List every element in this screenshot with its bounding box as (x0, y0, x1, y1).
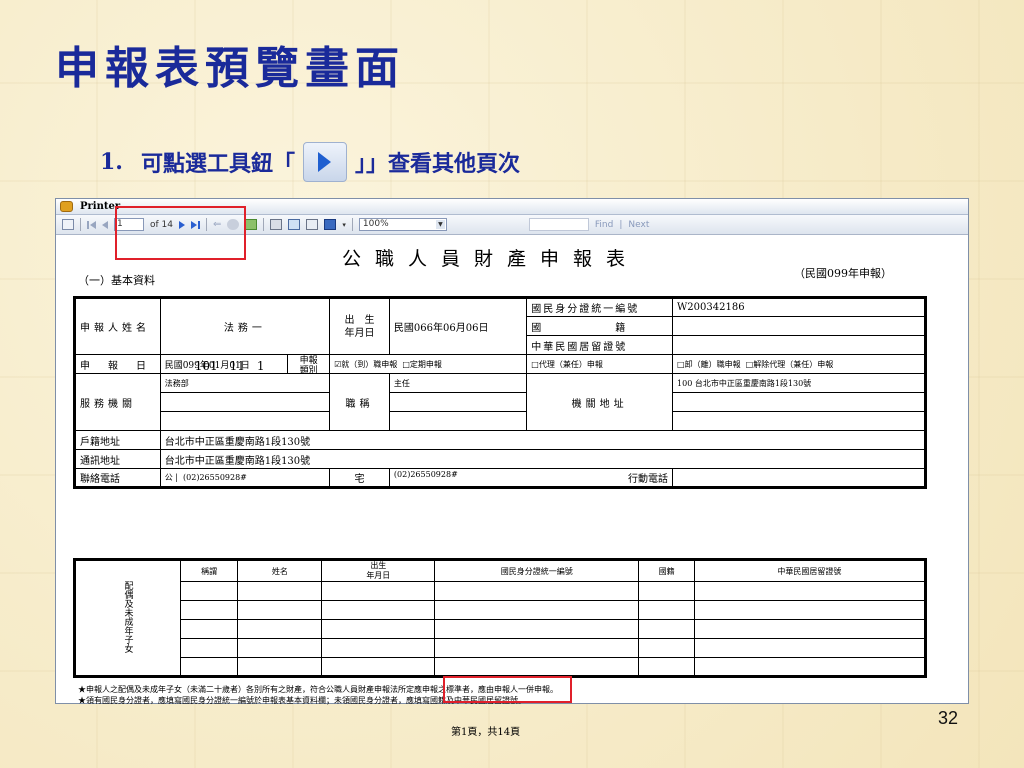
print-layout-icon[interactable] (288, 219, 301, 230)
previous-page-button[interactable] (102, 220, 108, 229)
phone-office: 公 | (02)26550928# (159, 468, 331, 488)
name-value: 法務一 (159, 297, 331, 355)
printer-app-icon (60, 201, 73, 212)
slide-title: 申報表預覽畫面 (55, 43, 405, 94)
page-footer: 第1頁，共14頁 (451, 727, 521, 738)
id-value: W200342186 (672, 297, 926, 317)
phone-office-value: (02)26550928# (183, 473, 247, 482)
toolbar-divider (351, 218, 353, 231)
family-header-relation: 稱謂 (179, 559, 239, 582)
phone-home-label: 宅 (329, 468, 390, 488)
type-options-1: ☑就（到）職申報 □定期申報 (329, 354, 528, 374)
find-next-link[interactable]: Next (628, 220, 649, 230)
family-header-id: 國民身分證統一編號 (434, 559, 640, 582)
org-label: 服務機關 (74, 373, 161, 431)
mobile-label: 行動電話 (628, 474, 669, 485)
first-page-bar-icon (87, 220, 89, 229)
table-row (75, 657, 927, 677)
date-cell: 民國099年01月01日 101 11 1 申報 類別 (159, 354, 331, 376)
instruction-text-after: 」」查看其他頁次 (354, 151, 520, 177)
option-leave: □卸（離）職申報 (677, 359, 741, 369)
type-label: 申報 類別 (287, 355, 329, 376)
phone-label: 聯絡電話 (74, 468, 161, 488)
option-periodic: □定期申報 (402, 359, 442, 369)
org-value: 法務部 (159, 373, 331, 393)
phone-office-label: 公 (164, 473, 173, 482)
type-options-2: □卸（離）職申報 □解除代理（兼任）申報 (672, 354, 926, 374)
tree-toggle-icon[interactable] (62, 219, 74, 230)
mobile-value (672, 468, 926, 488)
birth-value: 民國066年06月06日 (388, 297, 528, 355)
family-header-birth: 出生 年月日 (321, 559, 436, 582)
instruction-line: 1. 可點選工具鈕「 」」查看其他頁次 (100, 142, 520, 182)
org-address-label: 機關地址 (526, 373, 674, 431)
table-row (75, 600, 927, 620)
play-arrow-icon (318, 152, 332, 172)
job-title-label: 職稱 (329, 373, 390, 431)
residence-label: 中華民國居留證號 (526, 335, 674, 355)
printer-window: Printer 1 of 14 ⇐ ▾ 100% ▼ Find | Next 公… (55, 198, 969, 738)
report-title: 公職人員財產申報表 (342, 248, 640, 270)
mail-value: 台北市中正區重慶南路1段130號 (159, 449, 927, 469)
phone-home-value: (02)26550928# (393, 470, 458, 479)
birth-label: 出 生 年月日 (329, 297, 390, 355)
name-label: 申報人姓名 (74, 297, 161, 355)
household-label: 戶籍地址 (74, 430, 161, 450)
chevron-down-icon: ▼ (435, 220, 445, 229)
page-setup-icon[interactable] (306, 219, 319, 230)
refresh-icon[interactable] (245, 219, 258, 230)
instruction-text-before: 可點選工具鈕「 (140, 151, 295, 177)
family-side-cell: 配偶及未成年子女 (74, 559, 181, 677)
residence-value (672, 335, 926, 355)
first-page-button[interactable] (87, 220, 96, 229)
family-header-name: 姓名 (237, 559, 323, 582)
nationality-value (672, 316, 926, 336)
date-label: 申 報 日 (74, 354, 161, 374)
report-year: （民國099年申報） (794, 267, 892, 280)
org-address-value: 100 台北市中正區重慶南路1段130號 (672, 373, 926, 393)
zoom-select[interactable]: 100% ▼ (358, 218, 447, 231)
option-on-duty: ☑就（到）職申報 (334, 359, 398, 369)
family-header-residence: 中華民國居留證號 (693, 559, 927, 582)
date-overlay: 101 11 1 (194, 359, 265, 373)
household-value: 台北市中正區重慶南路1段130號 (159, 430, 927, 450)
table-row (75, 581, 927, 601)
mail-label: 通訊地址 (74, 449, 161, 469)
export-dropdown-icon[interactable]: ▾ (342, 221, 346, 229)
table-row (75, 638, 927, 658)
next-page-button-sample (302, 142, 347, 182)
table-row (75, 619, 927, 639)
zoom-value: 100% (362, 219, 389, 229)
basic-info-table: 申報人姓名 法務一 出 生 年月日 民國066年06月06日 國民身分證統一編號… (73, 296, 927, 489)
id-label: 國民身分證統一編號 (526, 297, 674, 317)
export-icon[interactable] (324, 219, 337, 230)
find-input[interactable] (528, 218, 589, 231)
section-label: （一）基本資料 (78, 274, 155, 287)
toolbar-divider (263, 218, 265, 231)
find-separator: | (619, 219, 623, 230)
option-acting: □代理（兼任）申報 (526, 354, 674, 374)
family-table: 配偶及未成年子女 稱謂 姓名 出生 年月日 國民身分證統一編號 國籍 中華民國居… (73, 558, 927, 678)
first-page-arrow-icon (90, 220, 96, 229)
family-side-label: 配偶及未成年子女 (122, 580, 133, 653)
step-number: 1. (100, 149, 123, 175)
family-header-nationality: 國籍 (638, 559, 695, 582)
phone-home-cell: (02)26550928# 行動電話 (388, 468, 674, 488)
option-release-acting: □解除代理（兼任）申報 (745, 359, 834, 369)
job-title-value: 主任 (388, 373, 528, 393)
slide-number: 32 (938, 708, 959, 728)
nationality-label: 國 籍 (526, 316, 674, 336)
report-page: 公職人員財產申報表 （一）基本資料 （民國099年申報） 申報人姓名 法務一 出… (56, 236, 968, 738)
highlight-box-page-footer (443, 676, 572, 703)
find-link[interactable]: Find (595, 220, 613, 230)
print-icon[interactable] (270, 219, 283, 230)
toolbar-divider (80, 218, 81, 231)
